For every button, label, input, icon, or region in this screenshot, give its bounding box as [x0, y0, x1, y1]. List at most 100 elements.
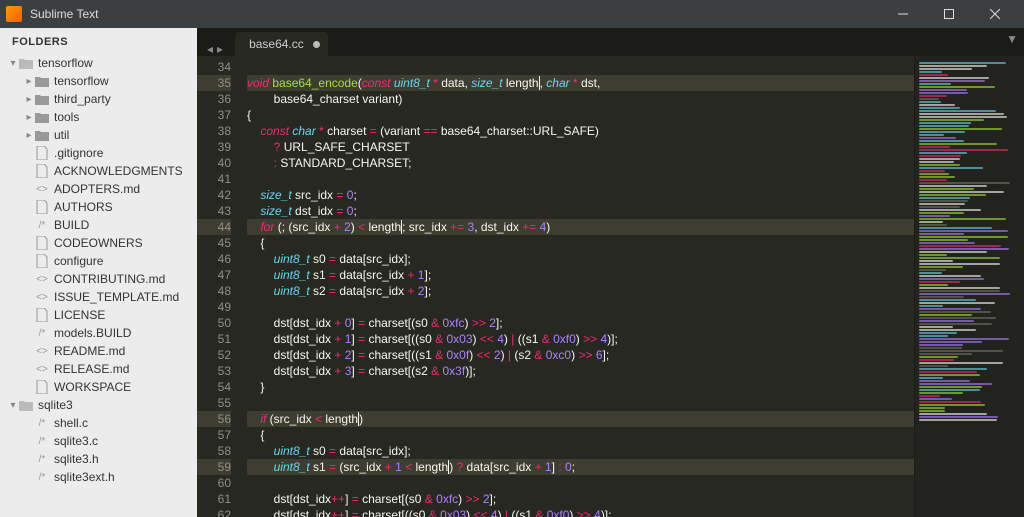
tab-dropdown-icon[interactable]: ▼	[1006, 32, 1018, 46]
tree-item[interactable]: <>RELEASE.md	[0, 360, 197, 378]
tree-item[interactable]: ▾tensorflow	[0, 54, 197, 72]
tree-item[interactable]: /*sqlite3ext.h	[0, 468, 197, 486]
code-line[interactable]: for (; (src_idx + 2) < length; src_idx +…	[247, 219, 914, 235]
tree-item[interactable]: AUTHORS	[0, 198, 197, 216]
tree-item[interactable]: /*models.BUILD	[0, 324, 197, 342]
gutter[interactable]: 3435363738394041424344454647484950515253…	[197, 56, 239, 517]
code-line[interactable]: uint8_t s0 = data[src_idx];	[247, 443, 914, 459]
disclosure-arrow-icon[interactable]: ▸	[24, 112, 34, 123]
minimap[interactable]	[914, 56, 1024, 517]
code-line[interactable]: dst[dst_idx + 0] = charset[(s0 & 0xfc) >…	[247, 315, 914, 331]
folder-tree[interactable]: ▾tensorflow▸tensorflow▸third_party▸tools…	[0, 54, 197, 517]
tab-base64[interactable]: base64.cc	[235, 32, 328, 56]
code-line[interactable]: size_t src_idx = 0;	[247, 187, 914, 203]
line-number[interactable]: 57	[197, 427, 231, 443]
tree-item[interactable]: /*sqlite3.h	[0, 450, 197, 468]
line-number[interactable]: 38	[197, 123, 231, 139]
code-line[interactable]: dst[dst_idx++] = charset[((s0 & 0x03) <<…	[247, 507, 914, 517]
tree-item[interactable]: LICENSE	[0, 306, 197, 324]
line-number[interactable]: 37	[197, 107, 231, 123]
code-line[interactable]: }	[247, 379, 914, 395]
code-line[interactable]: dst[dst_idx++] = charset[(s0 & 0xfc) >> …	[247, 491, 914, 507]
line-number[interactable]: 45	[197, 235, 231, 251]
line-number[interactable]: 41	[197, 171, 231, 187]
line-number[interactable]: 46	[197, 251, 231, 267]
tree-item[interactable]: <>ADOPTERS.md	[0, 180, 197, 198]
line-number[interactable]: 42	[197, 187, 231, 203]
line-number[interactable]: 39	[197, 139, 231, 155]
tree-item[interactable]: .gitignore	[0, 144, 197, 162]
line-number[interactable]: 40	[197, 155, 231, 171]
tree-item[interactable]: ACKNOWLEDGMENTS	[0, 162, 197, 180]
code-line[interactable]: {	[247, 235, 914, 251]
code-line[interactable]: if (src_idx < length)	[247, 411, 914, 427]
tree-item[interactable]: ▸util	[0, 126, 197, 144]
code-line[interactable]: uint8_t s1 = (src_idx + 1 < length) ? da…	[247, 459, 914, 475]
code-line[interactable]: uint8_t s0 = data[src_idx];	[247, 251, 914, 267]
code-line[interactable]: const char * charset = (variant == base6…	[247, 123, 914, 139]
code-line[interactable]: ? URL_SAFE_CHARSET	[247, 139, 914, 155]
tree-item[interactable]: ▸third_party	[0, 90, 197, 108]
tree-item[interactable]: <>README.md	[0, 342, 197, 360]
line-number[interactable]: 44	[197, 219, 231, 235]
tree-item[interactable]: <>CONTRIBUTING.md	[0, 270, 197, 288]
tab-history-forward-icon[interactable]: ▸	[217, 42, 223, 56]
line-number[interactable]: 60	[197, 475, 231, 491]
line-number[interactable]: 49	[197, 299, 231, 315]
line-number[interactable]: 56	[197, 411, 231, 427]
tree-item[interactable]: ▾sqlite3	[0, 396, 197, 414]
tab-history-back-icon[interactable]: ◂	[207, 42, 213, 56]
code-line[interactable]: dst[dst_idx + 1] = charset[((s0 & 0x03) …	[247, 331, 914, 347]
disclosure-arrow-icon[interactable]: ▸	[24, 130, 34, 141]
code-line[interactable]: : STANDARD_CHARSET;	[247, 155, 914, 171]
line-number[interactable]: 51	[197, 331, 231, 347]
titlebar[interactable]: Sublime Text	[0, 0, 1024, 28]
line-number[interactable]: 47	[197, 267, 231, 283]
tree-item[interactable]: <>ISSUE_TEMPLATE.md	[0, 288, 197, 306]
line-number[interactable]: 53	[197, 363, 231, 379]
line-number[interactable]: 50	[197, 315, 231, 331]
tree-item[interactable]: WORKSPACE	[0, 378, 197, 396]
tab-strip[interactable]: ◂ ▸ base64.cc ▼	[197, 28, 1024, 56]
maximize-button[interactable]	[926, 0, 972, 28]
disclosure-arrow-icon[interactable]: ▸	[24, 76, 34, 87]
code-line[interactable]: dst[dst_idx + 2] = charset[((s1 & 0x0f) …	[247, 347, 914, 363]
code-line[interactable]	[247, 395, 914, 411]
line-number[interactable]: 62	[197, 507, 231, 517]
disclosure-arrow-icon[interactable]: ▾	[8, 400, 18, 411]
code-line[interactable]: dst[dst_idx + 3] = charset[(s2 & 0x3f)];	[247, 363, 914, 379]
line-number[interactable]: 61	[197, 491, 231, 507]
code-line[interactable]: {	[247, 107, 914, 123]
tree-item[interactable]: /*sqlite3.c	[0, 432, 197, 450]
tree-item[interactable]: /*BUILD	[0, 216, 197, 234]
line-number[interactable]: 54	[197, 379, 231, 395]
code-line[interactable]	[247, 475, 914, 491]
close-button[interactable]	[972, 0, 1018, 28]
line-number[interactable]: 35	[197, 75, 231, 91]
code-line[interactable]	[247, 299, 914, 315]
tree-item[interactable]: configure	[0, 252, 197, 270]
code-line[interactable]: void base64_encode(const uint8_t * data,…	[247, 75, 914, 91]
line-number[interactable]: 59	[197, 459, 231, 475]
tree-item[interactable]: ▸tensorflow	[0, 72, 197, 90]
line-number[interactable]: 55	[197, 395, 231, 411]
code-line[interactable]: uint8_t s2 = data[src_idx + 2];	[247, 283, 914, 299]
tree-item[interactable]: CODEOWNERS	[0, 234, 197, 252]
code-line[interactable]: size_t dst_idx = 0;	[247, 203, 914, 219]
code-line[interactable]	[247, 171, 914, 187]
line-number[interactable]: 36	[197, 91, 231, 107]
code-view[interactable]: void base64_encode(const uint8_t * data,…	[239, 56, 914, 517]
disclosure-arrow-icon[interactable]: ▾	[8, 58, 18, 69]
line-number[interactable]: 34	[197, 59, 231, 75]
tree-item[interactable]: /*shell.c	[0, 414, 197, 432]
code-line[interactable]	[247, 59, 914, 75]
line-number[interactable]: 43	[197, 203, 231, 219]
line-number[interactable]: 58	[197, 443, 231, 459]
tree-item[interactable]: ▸tools	[0, 108, 197, 126]
code-line[interactable]: base64_charset variant)	[247, 91, 914, 107]
line-number[interactable]: 52	[197, 347, 231, 363]
minimize-button[interactable]	[880, 0, 926, 28]
code-line[interactable]: {	[247, 427, 914, 443]
disclosure-arrow-icon[interactable]: ▸	[24, 94, 34, 105]
line-number[interactable]: 48	[197, 283, 231, 299]
